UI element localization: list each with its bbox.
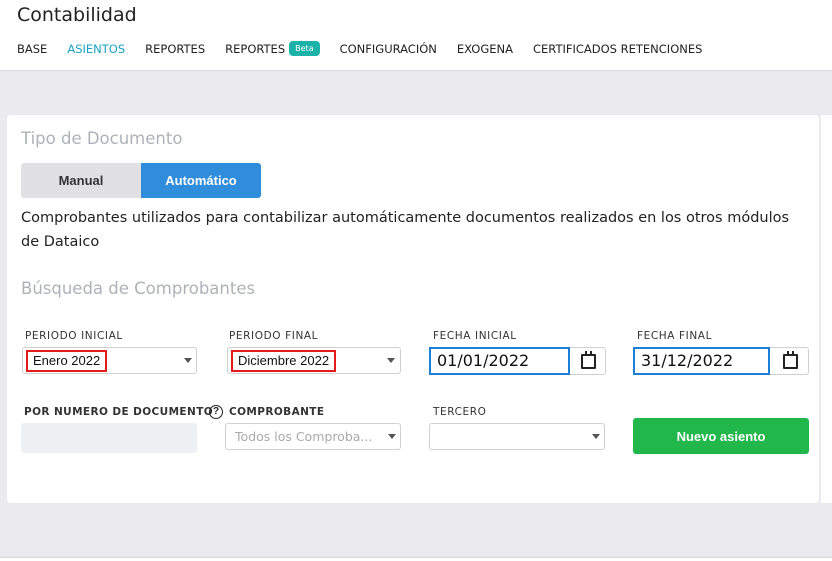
fecha-final-field: 31/12/2022	[633, 347, 809, 375]
nav-base-label: BASE	[17, 41, 48, 56]
nuevo-asiento-button[interactable]: Nuevo asiento	[633, 418, 809, 454]
fecha-inicial-field: 01/01/2022	[429, 347, 606, 375]
bottom-divider	[0, 557, 832, 561]
fecha-final-input[interactable]: 31/12/2022	[633, 347, 770, 375]
search-title: Búsqueda de Comprobantes	[21, 279, 256, 298]
tercero-label: TERCERO	[433, 406, 487, 418]
calendar-icon	[581, 351, 596, 369]
nav-base[interactable]: BASE	[17, 42, 47, 56]
periodo-inicial-select[interactable]: Enero 2022	[22, 347, 197, 374]
nav-asientos-label: ASIENTOS	[67, 41, 126, 56]
fecha-final-label: FECHA FINAL	[637, 330, 713, 342]
main-nav: BASE ASIENTOS REPORTES REPORTES Beta CON…	[17, 41, 722, 56]
nav-asientos[interactable]: ASIENTOS	[67, 42, 125, 56]
tercero-select[interactable]	[429, 423, 605, 450]
doc-type-toggle: Manual Automático	[21, 163, 261, 198]
comprobante-label: COMPROBANTE	[229, 406, 325, 418]
numero-documento-input[interactable]	[21, 423, 197, 453]
periodo-inicial-label: PERIODO INICIAL	[25, 330, 123, 342]
beta-badge: Beta	[289, 41, 320, 56]
nav-reportes-beta-label: REPORTES	[225, 41, 286, 56]
top-bar: Contabilidad BASE ASIENTOS REPORTES REPO…	[0, 0, 832, 71]
nav-configuracion-label: CONFIGURACIÓN	[339, 41, 437, 56]
doc-type-title: Tipo de Documento	[21, 129, 183, 148]
app-title: Contabilidad	[17, 4, 137, 26]
fecha-inicial-calendar-button[interactable]	[570, 347, 606, 375]
scrollbar-track[interactable]	[821, 115, 832, 503]
calendar-icon	[783, 351, 798, 369]
periodo-inicial-value: Enero 2022	[26, 350, 108, 372]
nav-reportes[interactable]: REPORTES	[145, 42, 205, 56]
nav-reportes-label: REPORTES	[145, 41, 206, 56]
nav-certificados-label: CERTIFICADOS RETENCIONES	[533, 41, 703, 56]
fecha-inicial-label: FECHA INICIAL	[433, 330, 517, 342]
nav-reportes-beta[interactable]: REPORTES Beta	[225, 41, 320, 56]
periodo-final-select[interactable]: Diciembre 2022	[227, 347, 401, 374]
chevron-down-icon	[387, 358, 395, 363]
chevron-down-icon	[184, 358, 192, 363]
periodo-final-label: PERIODO FINAL	[229, 330, 319, 342]
nav-configuracion[interactable]: CONFIGURACIÓN	[340, 42, 437, 56]
nav-exogena[interactable]: EXOGENA	[457, 42, 513, 56]
fecha-inicial-input[interactable]: 01/01/2022	[429, 347, 570, 375]
fecha-final-calendar-button[interactable]	[770, 347, 809, 375]
comprobante-placeholder: Todos los Comproba...	[235, 429, 373, 444]
periodo-final-value: Diciembre 2022	[231, 350, 337, 372]
comprobante-select[interactable]: Todos los Comproba...	[225, 423, 401, 450]
automatic-toggle-button[interactable]: Automático	[141, 163, 261, 198]
nav-certificados-retenciones[interactable]: CERTIFICADOS RETENCIONES	[533, 42, 702, 56]
doc-type-description: Comprobantes utilizados para contabiliza…	[21, 210, 790, 250]
manual-toggle-button[interactable]: Manual	[21, 163, 141, 198]
chevron-down-icon	[592, 434, 600, 439]
chevron-down-icon	[388, 434, 396, 439]
numero-documento-label: POR NUMERO DE DOCUMENTO	[24, 406, 214, 418]
help-icon[interactable]: ?	[209, 405, 223, 419]
nav-exogena-label: EXOGENA	[456, 41, 513, 56]
